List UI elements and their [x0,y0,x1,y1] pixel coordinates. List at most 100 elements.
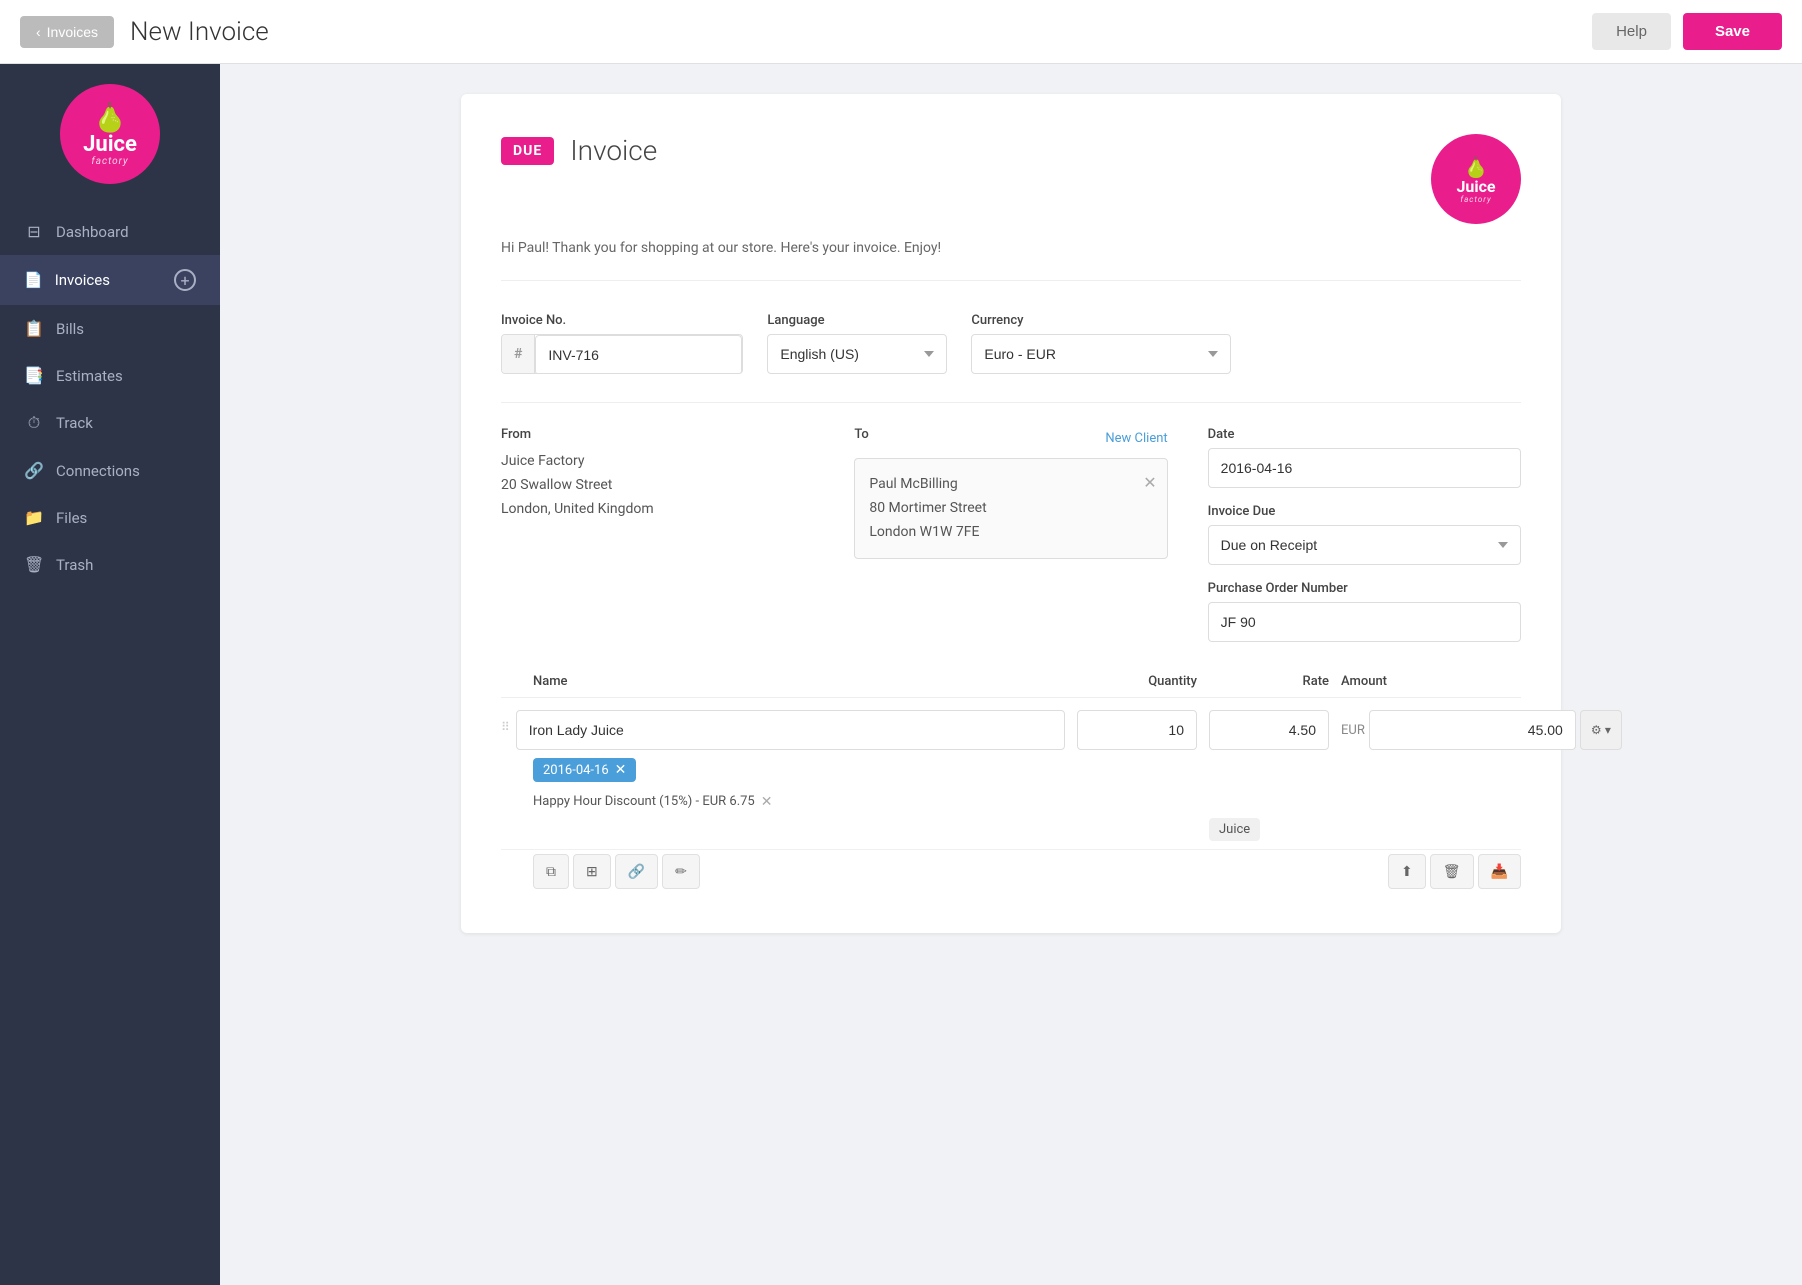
date-label: Date [1208,427,1521,442]
invoice-card: DUE Invoice 🍐 Juice factory Hi Paul! Tha… [461,94,1561,933]
item-discount-row: Happy Hour Discount (15%) - EUR 6.75 ✕ [533,790,1521,810]
date-field[interactable] [1208,448,1521,488]
item-rate-field[interactable] [1209,710,1329,750]
item-currency-label: EUR [1341,723,1365,738]
from-company: Juice Factory [501,450,814,474]
item-discount-remove-icon[interactable]: ✕ [761,794,773,810]
to-name: Paul McBilling [869,473,1152,497]
main-content: DUE Invoice 🍐 Juice factory Hi Paul! Tha… [220,64,1802,1285]
help-button[interactable]: Help [1592,13,1671,50]
sidebar-item-invoices[interactable]: 📄 Invoices + [0,255,220,305]
invoice-no-group: Invoice No. # [501,313,743,374]
track-icon: ⏱ [24,413,44,433]
company-logo-juice: Juice [1456,179,1495,195]
toolbar-table-button[interactable]: ⊞ [573,854,611,889]
item-category-tag[interactable]: Juice [1209,818,1260,841]
to-box-close-icon[interactable]: ✕ [1143,469,1156,496]
sidebar-item-estimates[interactable]: 📑 Estimates [0,352,220,399]
language-select[interactable]: English (US) French German Spanish [767,334,947,374]
topbar: ‹ Invoices New Invoice Help Save [0,0,1802,64]
layout: 🍐 Juice factory ⊟ Dashboard 📄 Invoices +… [0,64,1802,1285]
item-detail-area: 2016-04-16 ✕ Happy Hour Discount (15%) -… [501,758,1521,810]
toolbar-archive-button[interactable]: 📥 [1478,854,1521,889]
invoice-no-label: Invoice No. [501,313,743,328]
save-button[interactable]: Save [1683,13,1782,50]
toolbar-copy-button[interactable]: ⧉ [533,854,569,889]
invoice-due-label: Invoice Due [1208,504,1521,519]
item-drag-area: ⠿ [501,710,1065,750]
to-header: To New Client [854,427,1167,450]
to-section: To New Client Paul McBilling 80 Mortimer… [854,427,1167,642]
currency-label: Currency [971,313,1231,328]
logo-pear-icon: 🍐 [93,101,128,134]
currency-group: Currency Euro - EUR USD - US Dollar GBP … [971,313,1231,374]
from-section: From Juice Factory 20 Swallow Street Lon… [501,427,814,642]
to-box: Paul McBilling 80 Mortimer Street London… [854,458,1167,559]
page-title: New Invoice [130,17,1592,47]
item-discount-tag: Happy Hour Discount (15%) - EUR 6.75 ✕ [533,794,772,810]
to-label: To [854,427,868,442]
toolbar-move-button[interactable]: ⬆ [1388,854,1426,889]
items-qty-header: Quantity [1077,674,1197,689]
item-amount-field[interactable] [1369,710,1576,750]
to-street: 80 Mortimer Street [869,497,1152,521]
invoice-due-group: Invoice Due Due on Receipt Net 7 Net 15 … [1208,504,1521,565]
invoices-icon: 📄 [24,271,43,289]
dashboard-icon: ⊟ [24,222,44,241]
invoice-no-prefix: # [502,335,535,373]
item-row: ⠿ EUR ⚙ ▾ [501,710,1521,750]
item-toolbar: ⧉ ⊞ 🔗 ✏ ⬆ 🗑 📥 [501,849,1521,893]
invoice-title-area: DUE Invoice [501,134,657,167]
sidebar-item-track[interactable]: ⏱ Track [0,399,220,447]
language-group: Language English (US) French German Span… [767,313,947,374]
from-to-section: From Juice Factory 20 Swallow Street Lon… [501,402,1521,642]
company-logo-factory: factory [1460,195,1491,204]
company-logo-pear-icon: 🍐 [1464,155,1489,179]
bills-icon: 📋 [24,319,44,338]
item-category-row: Juice [501,818,1521,841]
sidebar-item-files[interactable]: 📁 Files [0,494,220,541]
due-badge: DUE [501,137,554,165]
from-street: 20 Swallow Street [501,474,814,498]
po-group: Purchase Order Number [1208,581,1521,642]
invoice-no-field[interactable] [535,335,742,374]
back-button[interactable]: ‹ Invoices [20,16,114,48]
sidebar-item-connections[interactable]: 🔗 Connections [0,447,220,494]
item-category-col: Juice [1209,818,1329,841]
currency-select[interactable]: Euro - EUR USD - US Dollar GBP - British… [971,334,1231,374]
item-settings-button[interactable]: ⚙ ▾ [1580,710,1622,750]
item-name-field[interactable] [516,710,1065,750]
from-city: London, United Kingdom [501,498,814,522]
items-section: Name Quantity Rate Amount ⠿ EUR [501,674,1521,893]
date-group: Date [1208,427,1521,488]
invoice-greeting: Hi Paul! Thank you for shopping at our s… [501,240,1521,281]
item-date-tag-close-icon[interactable]: ✕ [615,762,627,778]
new-client-link[interactable]: New Client [1105,431,1167,446]
item-discount-label: Happy Hour Discount (15%) - EUR 6.75 [533,794,755,809]
from-address: Juice Factory 20 Swallow Street London, … [501,450,814,521]
po-field[interactable] [1208,602,1521,642]
sidebar-item-trash[interactable]: 🗑 Trash [0,541,220,588]
toolbar-edit-button[interactable]: ✏ [662,854,700,889]
from-label: From [501,427,814,442]
files-icon: 📁 [24,508,44,527]
toolbar-link-button[interactable]: 🔗 [615,854,658,889]
logo-factory-text: factory [91,156,128,167]
invoice-due-select[interactable]: Due on Receipt Net 7 Net 15 Net 30 Net 6… [1208,525,1521,565]
toolbar-delete-button[interactable]: 🗑 [1430,854,1474,889]
item-date-tag[interactable]: 2016-04-16 ✕ [533,758,636,782]
sidebar-item-dashboard[interactable]: ⊟ Dashboard [0,208,220,255]
invoice-form-row-1: Invoice No. # Language English (US) Fren… [501,313,1521,374]
sidebar-item-bills[interactable]: 📋 Bills [0,305,220,352]
item-quantity-field[interactable] [1077,710,1197,750]
add-invoice-icon[interactable]: + [174,269,196,291]
logo-juice-text: Juice [83,134,137,156]
drag-handle-icon[interactable]: ⠿ [501,710,510,734]
items-rate-header: Rate [1209,674,1329,689]
items-name-header: Name [533,674,1065,689]
invoice-header: DUE Invoice 🍐 Juice factory [501,134,1521,224]
items-header: Name Quantity Rate Amount [501,674,1521,698]
invoice-no-input-wrapper: # [501,334,743,374]
trash-icon: 🗑 [24,555,44,574]
sidebar-nav: ⊟ Dashboard 📄 Invoices + 📋 Bills 📑 Estim… [0,208,220,588]
